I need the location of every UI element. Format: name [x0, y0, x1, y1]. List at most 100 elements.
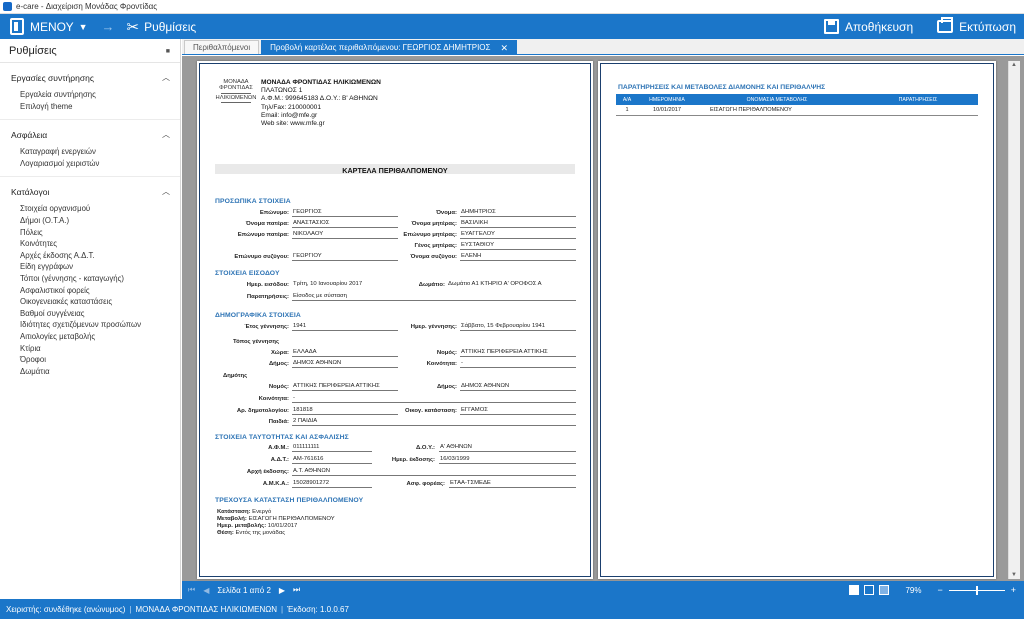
settings-label: Ρυθμίσεις [144, 19, 197, 34]
org-info: ΜΟΝΑΔΑ ΦΡΟΝΤΙΔΑΣ ΗΛΙΚΙΩΜΕΝΩΝ ΠΛΑΤΩΝΟΣ 1 … [261, 79, 381, 128]
save-icon [823, 19, 839, 34]
sidebar-item[interactable]: Βαθμοί συγγένειας [0, 308, 180, 320]
field-label: Ημερ. εισόδου: [246, 282, 289, 288]
sidebar-group-maintenance[interactable]: Εργασίες συντήρησης ︿ [0, 72, 180, 83]
field-value: - [460, 359, 576, 368]
two-page-view-icon[interactable] [864, 585, 875, 595]
sidebar-item[interactable]: Ιδιότητες σχετιζόμενων προσώπων [0, 319, 180, 331]
report-page-1: ΜΟΝΑΔΑ ΦΡΟΝΤΙΔΑΣ ΗΛΙΚΙΩΜΕΝΩΝ ΜΟΝΑΔΑ ΦΡΟΝ… [197, 61, 593, 579]
status-user: Χειριστής: συνδέθηκε (ανώνυμος) [6, 604, 126, 614]
zoom-out-button[interactable]: − [937, 585, 942, 595]
save-button[interactable]: Αποθήκευση [823, 19, 914, 34]
sidebar-item[interactable]: Πόλεις [0, 227, 180, 239]
field-label: Αρ. δημοτολογίου: [236, 408, 289, 414]
divider [0, 119, 180, 121]
section-current: ΤΡΕΧΟΥΣΑ ΚΑΤΑΣΤΑΣΗ ΠΕΡΙΘΑΛΠΟΜΕΝΟΥ [215, 497, 364, 504]
vertical-scrollbar[interactable]: ▲ ▼ [1008, 61, 1020, 579]
sidebar-item[interactable]: Κοινότητες [0, 238, 180, 250]
column-header: ΟΝΟΜΑΣΙΑ ΜΕΤΑΒΟΛΗΣ [696, 94, 858, 105]
org-name: ΜΟΝΑΔΑ ΦΡΟΝΤΙΔΑΣ ΗΛΙΚΙΩΜΕΝΩΝ [261, 79, 381, 86]
window-titlebar: e-care - Διαχείριση Μονάδας Φροντίδας [0, 0, 1024, 14]
pin-icon[interactable]: ■ [166, 48, 170, 55]
group-label: Εργασίες συντήρησης [11, 72, 94, 83]
zoom-slider-thumb[interactable] [975, 585, 978, 595]
field-label: Α.Φ.Μ.: [268, 445, 289, 451]
sidebar-item[interactable]: Όροφοι [0, 354, 180, 366]
sidebar-item-theme[interactable]: Επιλογή theme [0, 101, 180, 113]
separator: | [281, 604, 284, 614]
tools-icon: ✂ [126, 18, 140, 36]
sidebar-item-activity-log[interactable]: Καταγραφή ενεργειών [0, 146, 180, 158]
sidebar-item[interactable]: Ασφαλιστικοί φορείς [0, 285, 180, 297]
sidebar-item[interactable]: Αρχές έκδοσης Α.Δ.Τ. [0, 250, 180, 262]
field-label: Επώνυμο: [259, 210, 289, 216]
field-label: Νομός: [268, 384, 289, 390]
field-value: Τρίτη, 10 Ιανουαρίου 2017 [293, 281, 363, 287]
status-unit: ΜΟΝΑΔΑ ΦΡΟΝΤΙΔΑΣ ΗΛΙΚΙΩΜΕΝΩΝ [135, 604, 278, 614]
menu-button[interactable]: ΜΕΝΟΥ ▼ [0, 18, 88, 35]
field-value: Σάββατο, 15 Φεβρουαρίου 1941 [460, 322, 576, 331]
group-label: Τόπος γέννησης [233, 339, 280, 345]
sidebar-group-security[interactable]: Ασφάλεια ︿ [0, 129, 180, 140]
field-value: ΕΛΛΑΔΑ [292, 348, 398, 357]
sidebar-item[interactable]: Οικογενειακές καταστάσεις [0, 296, 180, 308]
sidebar-item[interactable]: Δωμάτια [0, 366, 180, 378]
section-personal: ΠΡΟΣΩΠΙΚΑ ΣΤΟΙΧΕΙΑ [215, 198, 291, 205]
print-button[interactable]: Εκτύπωση [913, 17, 1016, 34]
field-label: Κοινότητα: [258, 396, 289, 402]
last-page-icon[interactable]: ⏭ [293, 585, 300, 595]
scroll-up-icon[interactable]: ▲ [1011, 62, 1017, 68]
sidebar-item[interactable]: Δήμοι (Ο.Τ.Α.) [0, 215, 180, 227]
field-value: - [292, 394, 576, 403]
sidebar-item-operator-accounts[interactable]: Λογαριασμοί χειριστών [0, 158, 180, 170]
close-icon[interactable]: ✕ [500, 41, 508, 55]
field-label: Δ.Ο.Υ.: [416, 445, 435, 451]
section-entry: ΣΤΟΙΧΕΙΑ ΕΙΣΟΔΟΥ [215, 270, 280, 277]
sidebar-item[interactable]: Αιτιολογίες μεταβολής [0, 331, 180, 343]
field-label: Παιδιά: [268, 419, 289, 425]
single-page-view-icon[interactable] [849, 585, 860, 595]
settings-button[interactable]: ✂ Ρυθμίσεις [127, 18, 197, 36]
tab-resident-card[interactable]: Προβολή καρτέλας περιθαλπόμενου: ΓΕΩΡΓΙΟ… [261, 40, 518, 55]
changes-table: Α/Α ΗΜΕΡΟΜΗΝΙΑ ΟΝΟΜΑΣΙΑ ΜΕΤΑΒΟΛΗΣ ΠΑΡΑΤΗ… [616, 94, 978, 116]
sidebar-item[interactable]: Τόποι (γέννησης - καταγωγής) [0, 273, 180, 285]
field-value: 011111111 [292, 443, 372, 452]
sidebar-item[interactable]: Κτίρια [0, 343, 180, 355]
field-value: 1941 [292, 322, 398, 331]
sidebar-group-catalogs[interactable]: Κατάλογοι ︿ [0, 186, 180, 197]
field-value: 181818 [292, 406, 398, 415]
field-value: ΑΜ-761616 [292, 455, 372, 464]
menu-icon [10, 18, 24, 35]
multi-page-view-icon[interactable] [879, 585, 890, 595]
tab-residents[interactable]: Περιθαλπόμενοι [184, 40, 260, 54]
next-page-icon[interactable]: ▶ [279, 586, 285, 595]
save-label: Αποθήκευση [844, 19, 914, 34]
org-line: Α.Φ.Μ.: 999645183 Δ.Ο.Υ.: Β' ΑΘΗΝΩΝ [261, 95, 378, 103]
print-icon [937, 17, 954, 33]
field-value: ΕΙΣΑΓΩΓΗ ΠΕΡΙΘΑΛΠΟΜΕΝΟΥ [248, 516, 335, 522]
field-value: 16/03/1999 [439, 455, 576, 464]
zoom-in-button[interactable]: + [1011, 585, 1016, 595]
divider [0, 176, 180, 178]
field-label: Όνομα μητέρας: [411, 221, 457, 227]
group-label: Ασφάλεια [11, 129, 48, 140]
field-label: Ημερ. μεταβολής: [217, 523, 267, 529]
field-label: Χώρα: [270, 350, 289, 356]
group-label: Κατάλογοι [11, 186, 50, 197]
field-label: Α.Δ.Τ.: [270, 457, 289, 463]
first-page-icon[interactable]: ⏮ [188, 585, 195, 595]
sidebar-item[interactable]: Είδη εγγράφων [0, 261, 180, 273]
sidebar-item[interactable]: Στοιχεία οργανισμού [0, 203, 180, 215]
tab-strip: Περιθαλπόμενοι Προβολή καρτέλας περιθαλπ… [182, 39, 1024, 55]
previous-page-icon[interactable]: ◀ [203, 586, 209, 595]
status-version: Έκδοση: 1.0.0.67 [287, 604, 349, 614]
field-label: Ημερ. γέννησης: [410, 324, 457, 330]
report-page-2: ΠΑΡΑΤΗΡΗΣΕΙΣ ΚΑΙ ΜΕΤΑΒΟΛΕΣ ΔΙΑΜΟΝΗΣ ΚΑΙ … [598, 61, 996, 579]
field-label: Κατάσταση: [217, 509, 251, 515]
sidebar-item-maintenance-tools[interactable]: Εργαλεία συντήρησης [0, 89, 180, 101]
zoom-slider[interactable] [948, 585, 1005, 595]
logo-line: ΗΛΙΚΙΩΜΕΝΩΝ [215, 94, 257, 101]
scroll-down-icon[interactable]: ▼ [1011, 572, 1017, 578]
app-icon [3, 2, 12, 11]
org-line: ΠΛΑΤΩΝΟΣ 1 [261, 87, 303, 95]
